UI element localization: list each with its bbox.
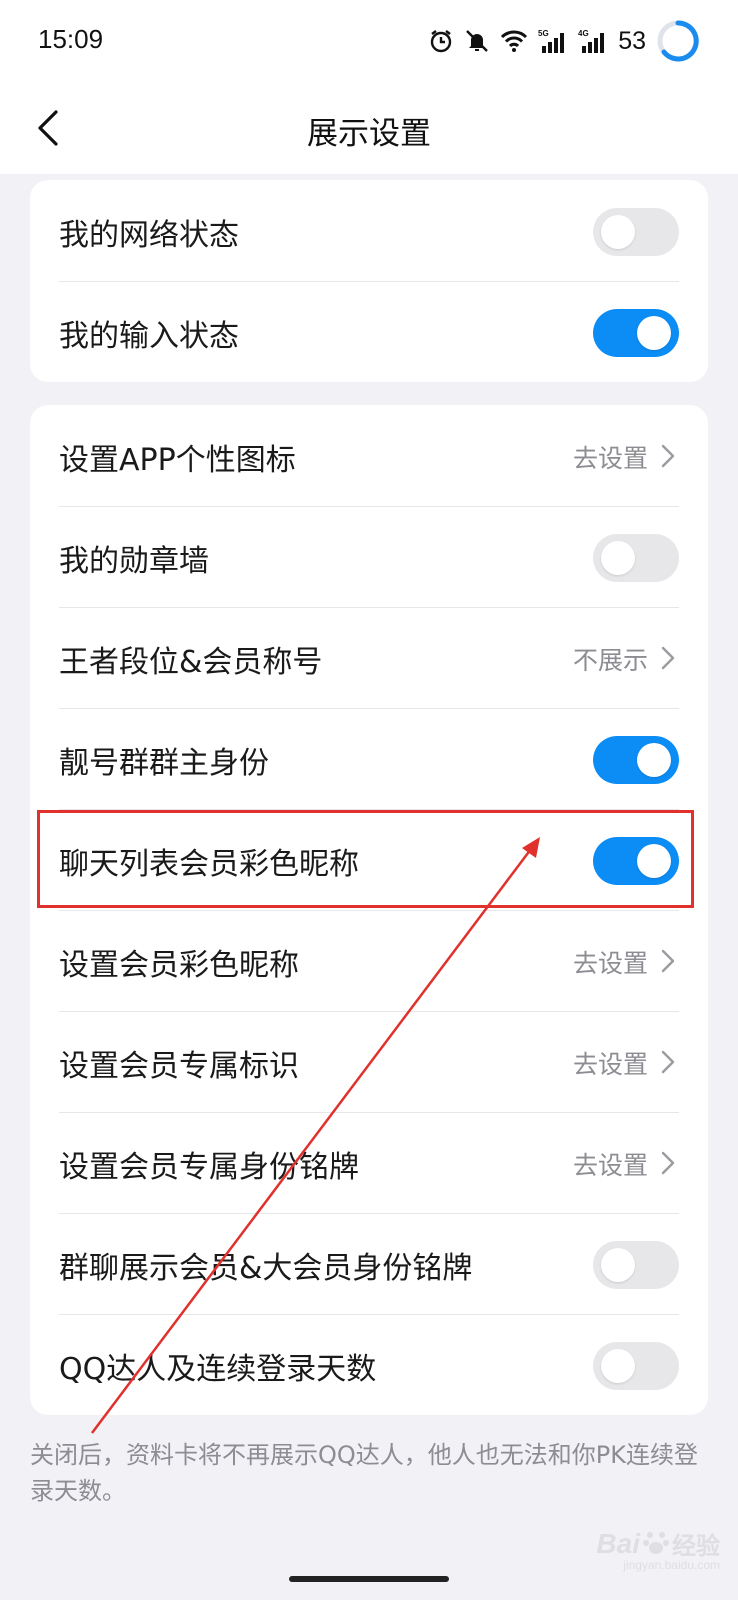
nav-bar: 展示设置 bbox=[0, 82, 738, 174]
status-time: 15:09 bbox=[38, 24, 104, 54]
toggle-knob bbox=[601, 1248, 635, 1282]
toggle-knob bbox=[601, 215, 635, 249]
row-divider bbox=[59, 1314, 679, 1315]
row-divider bbox=[59, 708, 679, 709]
battery-ring-icon bbox=[656, 19, 700, 63]
settings-row[interactable]: 设置会员专属标识 去设置 bbox=[30, 1011, 708, 1114]
setting-label: 我的勋章墙 bbox=[59, 544, 209, 579]
setting-value: 去设置 bbox=[572, 444, 648, 473]
toggle-knob bbox=[637, 743, 671, 777]
annotation-highlight-box bbox=[37, 810, 694, 908]
toggle-switch[interactable] bbox=[593, 208, 679, 256]
status-bar: 15:09 5G 4G 53 bbox=[0, 0, 738, 82]
toggle-knob bbox=[601, 541, 635, 575]
chevron-right-icon bbox=[661, 949, 675, 973]
row-divider bbox=[59, 1112, 679, 1113]
battery-level: 53 bbox=[618, 26, 646, 55]
alarm-icon bbox=[428, 28, 454, 54]
row-divider bbox=[59, 1213, 679, 1214]
row-divider bbox=[59, 281, 679, 282]
settings-row[interactable]: 王者段位&会员称号 不展示 bbox=[30, 607, 708, 710]
toggle-switch[interactable] bbox=[593, 1342, 679, 1390]
settings-row[interactable]: QQ达人及连续登录天数 bbox=[30, 1314, 708, 1417]
settings-card-display: 设置APP个性图标 去设置 我的勋章墙 王者段位&会员称号 不展示 靓号群群主身份 聊天列表… bbox=[30, 405, 708, 1415]
settings-row[interactable]: 我的勋章墙 bbox=[30, 506, 708, 609]
settings-row[interactable]: 靓号群群主身份 bbox=[30, 708, 708, 811]
setting-label: 设置会员专属标识 bbox=[59, 1049, 299, 1084]
chevron-right-icon bbox=[661, 444, 675, 468]
setting-label: 群聊展示会员&大会员身份铭牌 bbox=[59, 1251, 473, 1286]
setting-value: 不展示 bbox=[572, 646, 648, 675]
baidu-watermark: Bai 经验 jingyan.baidu.com bbox=[596, 1526, 720, 1573]
page-title: 展示设置 bbox=[307, 116, 431, 152]
setting-label: 靓号群群主身份 bbox=[59, 746, 269, 781]
row-divider bbox=[59, 607, 679, 608]
status-icons: 5G 4G 53 bbox=[428, 18, 700, 64]
mute-icon bbox=[464, 28, 490, 54]
toggle-knob bbox=[601, 1349, 635, 1383]
signal-5g-icon: 5G bbox=[538, 28, 568, 54]
settings-row[interactable]: 设置APP个性图标 去设置 bbox=[30, 405, 708, 508]
paw-icon bbox=[642, 1528, 670, 1560]
toggle-knob bbox=[637, 316, 671, 350]
toggle-switch[interactable] bbox=[593, 309, 679, 357]
signal-4g-icon: 4G bbox=[578, 28, 608, 54]
setting-label: QQ达人及连续登录天数 bbox=[59, 1352, 377, 1387]
toggle-switch[interactable] bbox=[593, 1241, 679, 1289]
watermark-cn: 经验 bbox=[672, 1533, 720, 1560]
settings-row[interactable]: 我的输入状态 bbox=[30, 281, 708, 384]
toggle-switch[interactable] bbox=[593, 736, 679, 784]
settings-row[interactable]: 我的网络状态 bbox=[30, 180, 708, 283]
settings-row[interactable]: 群聊展示会员&大会员身份铭牌 bbox=[30, 1213, 708, 1316]
settings-row[interactable]: 设置会员彩色昵称 去设置 bbox=[30, 910, 708, 1013]
row-divider bbox=[59, 910, 679, 911]
chevron-right-icon bbox=[661, 646, 675, 670]
toggle-switch[interactable] bbox=[593, 534, 679, 582]
watermark-logo-text: Bai bbox=[596, 1527, 640, 1559]
chevron-right-icon bbox=[661, 1151, 675, 1175]
settings-card-status: 我的网络状态 我的输入状态 bbox=[30, 180, 708, 382]
setting-value: 去设置 bbox=[572, 1050, 648, 1079]
home-indicator[interactable] bbox=[289, 1576, 449, 1582]
setting-label: 设置会员彩色昵称 bbox=[59, 948, 299, 983]
signal-4g-label: 4G bbox=[578, 29, 589, 38]
setting-value: 去设置 bbox=[572, 1151, 648, 1180]
chevron-right-icon bbox=[661, 1050, 675, 1074]
setting-label: 王者段位&会员称号 bbox=[59, 645, 323, 680]
footnote-text: 关闭后，资料卡将不再展示QQ达人，他人也无法和你PK连续登录天数。 bbox=[30, 1441, 698, 1505]
setting-label: 设置会员专属身份铭牌 bbox=[59, 1150, 359, 1185]
setting-label: 我的网络状态 bbox=[59, 218, 239, 253]
setting-label: 设置APP个性图标 bbox=[59, 443, 296, 478]
watermark-url: jingyan.baidu.com bbox=[623, 1558, 720, 1572]
signal-5g-label: 5G bbox=[538, 29, 549, 38]
setting-label: 我的输入状态 bbox=[59, 319, 239, 354]
row-divider bbox=[59, 1011, 679, 1012]
settings-row[interactable]: 设置会员专属身份铭牌 去设置 bbox=[30, 1112, 708, 1215]
setting-value: 去设置 bbox=[572, 949, 648, 978]
wifi-icon bbox=[500, 29, 528, 53]
row-divider bbox=[59, 506, 679, 507]
